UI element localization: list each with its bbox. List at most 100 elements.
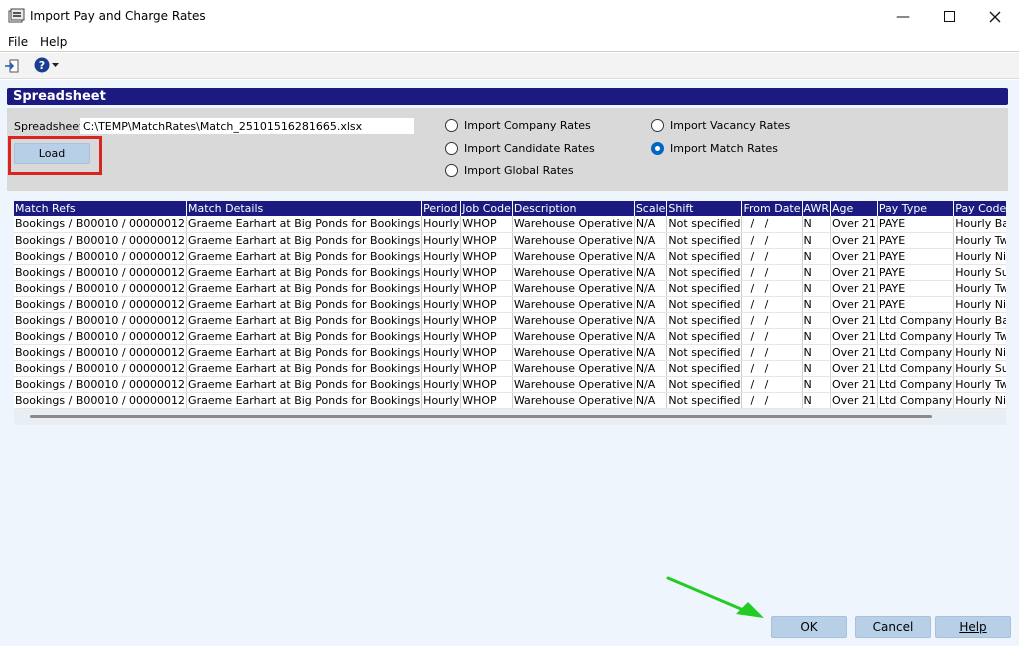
column-header[interactable]: Pay Code [953, 201, 1006, 216]
minimize-icon: — [896, 8, 910, 25]
table-cell: WHOP [460, 360, 513, 377]
column-header[interactable]: Match Refs [14, 201, 188, 216]
table-cell: Over 21 [830, 376, 878, 393]
maximize-button[interactable] [926, 0, 972, 33]
radio-label: Import Match Rates [670, 142, 779, 155]
table-cell: WHOP [460, 328, 513, 345]
radio-import-vacancy-rates[interactable]: Import Vacancy Rates [651, 119, 790, 132]
table-cell: Graeme Earhart at Big Ponds for Bookings [186, 360, 423, 377]
table-cell: Graeme Earhart at Big Ponds for Bookings [186, 392, 423, 409]
table-cell: N/A [634, 360, 668, 377]
table-cell: Hourly Night [953, 248, 1006, 265]
table-cell: N [802, 264, 831, 281]
table-cell: WHOP [460, 344, 513, 361]
table-cell: / / [741, 216, 803, 233]
table-row[interactable]: Bookings / B00010 / 00000012 Graeme Earha… [14, 248, 1006, 265]
table-row[interactable]: Bookings / B00010 / 00000012 Graeme Earha… [14, 328, 1006, 345]
table-cell: Not specified [666, 232, 743, 249]
table-row[interactable]: Bookings / B00010 / 00000012 Graeme Earha… [14, 232, 1006, 249]
table-cell: Hourly Night (Sun) [953, 392, 1006, 409]
table-row[interactable]: Bookings / B00010 / 00000012 Graeme Earha… [14, 360, 1006, 377]
radio-import-global-rates[interactable]: Import Global Rates [445, 164, 574, 177]
table-cell: Hourly [421, 264, 462, 281]
table-cell: Graeme Earhart at Big Ponds for Bookings [186, 248, 423, 265]
cancel-button[interactable]: Cancel [855, 616, 931, 638]
table-cell: Bookings / B00010 / 00000012 [14, 392, 188, 409]
load-button[interactable]: Load [14, 143, 90, 164]
table-row[interactable]: Bookings / B00010 / 00000012 Graeme Earha… [14, 280, 1006, 297]
spreadsheet-path-input[interactable] [80, 118, 414, 134]
table-cell: Hourly Twilight [953, 328, 1006, 345]
table-cell: Not specified [666, 216, 743, 233]
column-header[interactable]: Shift [666, 201, 743, 216]
table-row[interactable]: Bookings / B00010 / 00000012 Graeme Earha… [14, 392, 1006, 409]
table-cell: Warehouse Operative [512, 216, 635, 233]
table-cell: Warehouse Operative [512, 376, 635, 393]
table-cell: Hourly Sun (B/Hol) [953, 360, 1006, 377]
column-header[interactable]: Match Details [186, 201, 423, 216]
table-row[interactable]: Bookings / B00010 / 00000012 Graeme Earha… [14, 296, 1006, 313]
table-row[interactable]: Bookings / B00010 / 00000012 Graeme Earha… [14, 344, 1006, 361]
table-cell: Graeme Earhart at Big Ponds for Bookings [186, 376, 423, 393]
table-cell: WHOP [460, 232, 513, 249]
table-cell: Bookings / B00010 / 00000012 [14, 376, 188, 393]
table-cell: Ltd Company [877, 312, 955, 329]
column-header[interactable]: Scale [634, 201, 668, 216]
minimize-button[interactable]: — [880, 0, 926, 33]
radio-import-match-rates[interactable]: Import Match Rates [651, 142, 778, 155]
column-header[interactable]: Description [512, 201, 635, 216]
table-cell: Warehouse Operative [512, 264, 635, 281]
table-cell: Over 21 [830, 296, 878, 313]
column-header[interactable]: Pay Type [877, 201, 955, 216]
svg-text:?: ? [39, 59, 45, 72]
table-cell: Hourly Twilight (Sun) [953, 376, 1006, 393]
table-cell: WHOP [460, 312, 513, 329]
table-cell: / / [741, 360, 803, 377]
table-cell: N/A [634, 392, 668, 409]
scrollbar-thumb[interactable] [30, 415, 932, 418]
table-cell: Not specified [666, 328, 743, 345]
close-button[interactable] [972, 0, 1018, 33]
radio-label: Import Global Rates [464, 164, 574, 177]
table-cell: PAYE [877, 264, 955, 281]
help-dropdown-button[interactable]: ? [34, 57, 62, 75]
table-cell: Bookings / B00010 / 00000012 [14, 328, 188, 345]
table-cell: N [802, 232, 831, 249]
radio-dot [651, 119, 664, 132]
menu-file[interactable]: File [8, 35, 28, 49]
table-cell: Bookings / B00010 / 00000012 [14, 344, 188, 361]
help-button[interactable]: Help [935, 616, 1011, 638]
column-header[interactable]: AWR [802, 201, 831, 216]
column-header[interactable]: From Date [741, 201, 803, 216]
table-cell: Over 21 [830, 248, 878, 265]
column-header[interactable]: Period [421, 201, 462, 216]
table-cell: Warehouse Operative [512, 280, 635, 297]
radio-dot [445, 164, 458, 177]
table-cell: WHOP [460, 280, 513, 297]
table-cell: Bookings / B00010 / 00000012 [14, 264, 188, 281]
horizontal-scrollbar[interactable] [14, 409, 1006, 425]
table-row[interactable]: Bookings / B00010 / 00000012 Graeme Earha… [14, 216, 1006, 233]
table-cell: Hourly [421, 280, 462, 297]
table-row[interactable]: Bookings / B00010 / 00000012 Graeme Earha… [14, 376, 1006, 393]
table-cell: Graeme Earhart at Big Ponds for Bookings [186, 232, 423, 249]
table-row[interactable]: Bookings / B00010 / 00000012 Graeme Earha… [14, 312, 1006, 329]
table-cell: N/A [634, 216, 668, 233]
table-cell: PAYE [877, 216, 955, 233]
table-row[interactable]: Bookings / B00010 / 00000012 Graeme Earha… [14, 264, 1006, 281]
table-cell: N/A [634, 312, 668, 329]
table-cell: N [802, 376, 831, 393]
table-cell: Hourly [421, 216, 462, 233]
exit-icon[interactable] [4, 58, 20, 74]
table-cell: Bookings / B00010 / 00000012 [14, 312, 188, 329]
table-cell: Ltd Company [877, 328, 955, 345]
table-cell: N/A [634, 280, 668, 297]
table-cell: PAYE [877, 280, 955, 297]
menu-help[interactable]: Help [40, 35, 67, 49]
column-header[interactable]: Job Code [460, 201, 513, 216]
radio-import-company-rates[interactable]: Import Company Rates [445, 119, 591, 132]
radio-import-candidate-rates[interactable]: Import Candidate Rates [445, 142, 595, 155]
ok-button[interactable]: OK [771, 616, 847, 638]
column-header[interactable]: Age [830, 201, 878, 216]
radio-label: Import Candidate Rates [464, 142, 595, 155]
